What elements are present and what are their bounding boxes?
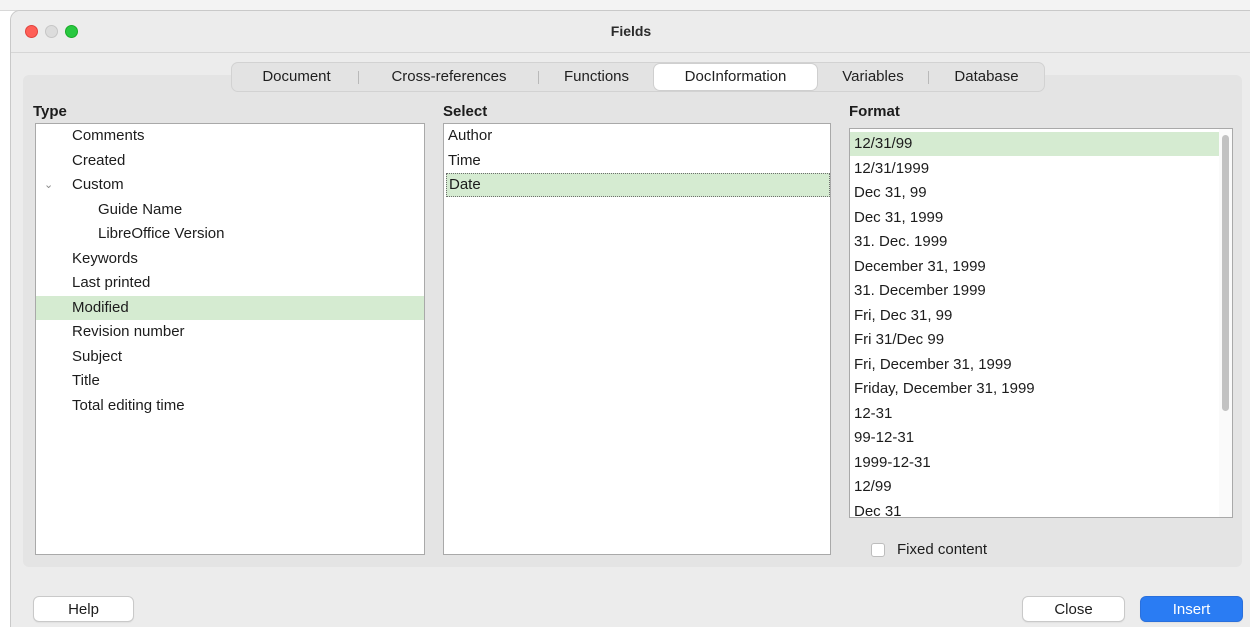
fields-dialog: Fields Document Cross-references Functio… [10, 10, 1250, 627]
tab-functions[interactable]: Functions [539, 64, 654, 90]
title-bar: Fields [11, 11, 1250, 53]
close-button[interactable]: Close [1022, 596, 1125, 622]
type-label: Type [33, 103, 67, 120]
close-window-button[interactable] [25, 25, 38, 38]
format-item[interactable]: 12/99 [850, 475, 1221, 499]
format-label: Format [849, 103, 900, 120]
format-item[interactable]: 31. Dec. 1999 [850, 230, 1221, 254]
select-item-date[interactable]: Date [446, 173, 830, 197]
format-list[interactable]: 12/31/99 12/31/1999 Dec 31, 99 Dec 31, 1… [849, 128, 1233, 518]
format-item[interactable]: 31. December 1999 [850, 279, 1221, 303]
format-item[interactable]: 12/31/1999 [850, 157, 1221, 181]
type-item-keywords[interactable]: Keywords [36, 247, 424, 271]
format-scrollbar[interactable] [1219, 129, 1232, 517]
format-scrollbar-thumb[interactable] [1222, 135, 1229, 411]
tab-cross-references[interactable]: Cross-references [359, 64, 539, 90]
format-item[interactable]: Fri, December 31, 1999 [850, 353, 1221, 377]
format-item[interactable]: Fri, Dec 31, 99 [850, 304, 1221, 328]
maximize-window-button[interactable] [65, 25, 78, 38]
type-item-custom[interactable]: ⌄ Custom [36, 173, 424, 197]
select-list[interactable]: Author Time Date [443, 123, 831, 555]
type-list[interactable]: Comments Created ⌄ Custom Guide Name Lib… [35, 123, 425, 555]
select-label: Select [443, 103, 488, 120]
type-item-modified[interactable]: Modified [36, 295, 424, 320]
type-item-subject[interactable]: Subject [36, 345, 424, 369]
tab-database[interactable]: Database [929, 64, 1044, 90]
help-button[interactable]: Help [33, 596, 134, 622]
type-item-guide-name[interactable]: Guide Name [36, 198, 424, 222]
format-item[interactable]: Dec 31, 1999 [850, 206, 1221, 230]
type-item-total-editing-time[interactable]: Total editing time [36, 394, 424, 418]
insert-button[interactable]: Insert [1140, 596, 1243, 622]
type-item-comments[interactable]: Comments [36, 124, 424, 148]
format-item[interactable]: Friday, December 31, 1999 [850, 377, 1221, 401]
select-item-time[interactable]: Time [444, 149, 830, 173]
format-item[interactable]: 12-31 [850, 402, 1221, 426]
format-item[interactable]: Dec 31 [850, 500, 1221, 518]
select-item-author[interactable]: Author [444, 124, 830, 148]
dialog-title: Fields [610, 23, 652, 39]
format-item[interactable]: Dec 31, 99 [850, 181, 1221, 205]
format-item[interactable]: 1999-12-31 [850, 451, 1221, 475]
tab-variables[interactable]: Variables [817, 64, 929, 90]
format-item[interactable]: 12/31/99 [850, 132, 1221, 156]
type-item-revision-number[interactable]: Revision number [36, 320, 424, 344]
tab-docinformation[interactable]: DocInformation [654, 64, 817, 90]
fixed-content-label[interactable]: Fixed content [897, 541, 987, 558]
type-item-custom-label: Custom [72, 176, 124, 193]
tab-bar: Document Cross-references Functions DocI… [231, 62, 1045, 92]
fixed-content-checkbox[interactable] [871, 543, 885, 557]
format-item[interactable]: December 31, 1999 [850, 255, 1221, 279]
tab-document[interactable]: Document [234, 64, 359, 90]
chevron-down-icon[interactable]: ⌄ [44, 173, 53, 197]
format-item[interactable]: 99-12-31 [850, 426, 1221, 450]
type-item-title[interactable]: Title [36, 369, 424, 393]
minimize-window-button[interactable] [45, 25, 58, 38]
type-item-last-printed[interactable]: Last printed [36, 271, 424, 295]
type-item-created[interactable]: Created [36, 149, 424, 173]
type-item-libreoffice-version[interactable]: LibreOffice Version [36, 222, 424, 246]
format-item[interactable]: Fri 31/Dec 99 [850, 328, 1221, 352]
